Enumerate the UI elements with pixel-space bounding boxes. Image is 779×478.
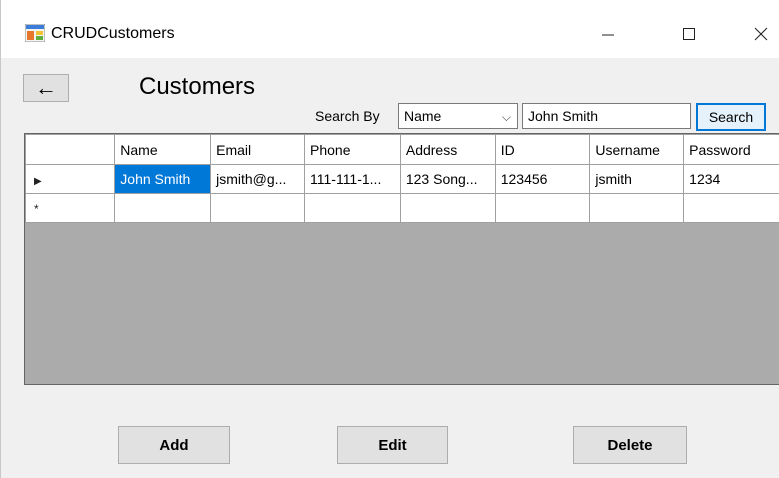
cell-username[interactable]: jsmith <box>589 164 685 194</box>
row-header[interactable]: ▶ <box>25 164 116 194</box>
new-cell[interactable] <box>210 193 305 223</box>
cell-password[interactable]: 1234 <box>683 164 779 194</box>
minimize-icon <box>602 34 614 36</box>
page-title: Customers <box>139 73 256 100</box>
back-button[interactable]: ← <box>23 74 69 102</box>
back-arrow-icon: ← <box>35 75 57 100</box>
app-form-icon <box>24 23 46 43</box>
add-button[interactable]: Add <box>118 426 230 464</box>
new-cell[interactable] <box>589 193 685 223</box>
search-field-value: Name <box>404 108 442 124</box>
title-bar[interactable]: CRUDCustomers <box>1 0 779 58</box>
customers-grid[interactable]: Name Email Phone Address ID Username Pas… <box>24 133 779 385</box>
app-window: CRUDCustomers ← Customers Search By Name… <box>0 0 779 478</box>
cell-email[interactable]: jsmith@g... <box>210 164 305 194</box>
new-cell[interactable] <box>304 193 401 223</box>
corner-header[interactable] <box>25 134 116 165</box>
customers-table: Name Email Phone Address ID Username Pas… <box>25 134 779 223</box>
maximize-button[interactable] <box>666 14 712 54</box>
column-header-phone[interactable]: Phone <box>304 134 401 165</box>
maximize-icon <box>683 28 695 40</box>
cell-address[interactable]: 123 Song... <box>399 164 496 194</box>
new-cell[interactable] <box>399 193 496 223</box>
search-field-select[interactable]: Name ⌵ <box>398 103 518 129</box>
window-title: CRUDCustomers <box>51 25 175 42</box>
search-button[interactable]: Search <box>696 103 766 131</box>
edit-button[interactable]: Edit <box>337 426 448 464</box>
new-cell[interactable] <box>494 193 591 223</box>
column-header-username[interactable]: Username <box>589 134 685 165</box>
new-row-header[interactable]: * <box>25 193 116 223</box>
column-header-password[interactable]: Password <box>683 134 779 165</box>
new-row-asterisk-icon: * <box>34 202 39 216</box>
new-row[interactable]: * <box>25 193 779 223</box>
new-cell[interactable] <box>114 193 212 223</box>
close-button[interactable] <box>738 14 779 54</box>
cell-name[interactable]: John Smith <box>114 164 212 194</box>
minimize-button[interactable] <box>585 14 631 54</box>
column-header-id[interactable]: ID <box>494 134 591 165</box>
header-row: Name Email Phone Address ID Username Pas… <box>25 134 779 165</box>
cell-phone[interactable]: 111-111-1... <box>304 164 401 194</box>
new-cell[interactable] <box>683 193 779 223</box>
column-header-email[interactable]: Email <box>210 134 305 165</box>
close-icon <box>754 27 768 41</box>
chevron-down-icon: ⌵ <box>501 110 511 124</box>
current-row-arrow-icon: ▶ <box>34 176 42 187</box>
cell-id[interactable]: 123456 <box>494 164 591 194</box>
table-row[interactable]: ▶ John Smith jsmith@g... 111-111-1... 12… <box>25 164 779 194</box>
column-header-name[interactable]: Name <box>114 134 212 165</box>
delete-button[interactable]: Delete <box>573 426 687 464</box>
search-by-label: Search By <box>315 108 380 124</box>
search-input[interactable] <box>522 103 691 129</box>
column-header-address[interactable]: Address <box>399 134 496 165</box>
